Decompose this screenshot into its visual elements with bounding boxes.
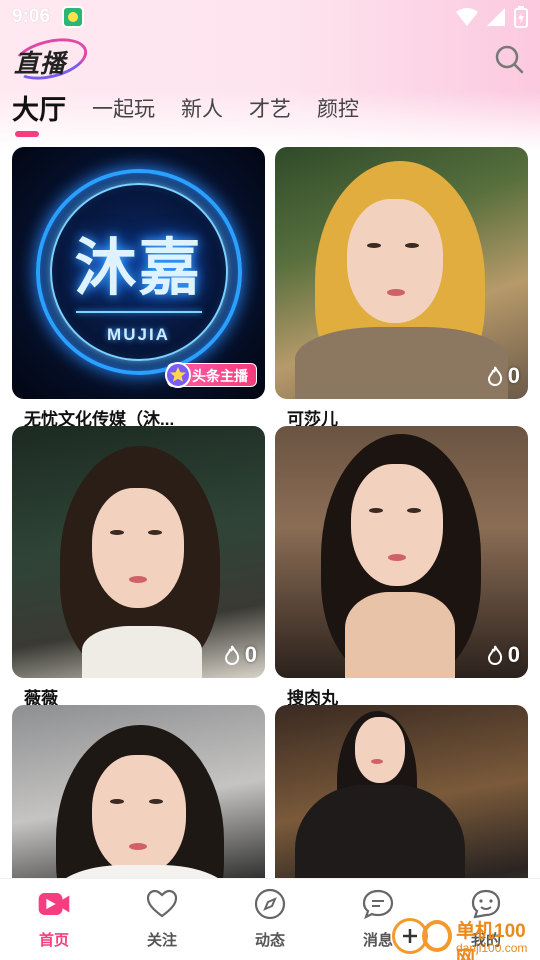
host-portrait: [12, 426, 265, 678]
search-icon: [495, 45, 524, 74]
nav-home[interactable]: 首页: [14, 887, 94, 950]
watermark-url: danji100.com: [456, 941, 528, 955]
live-room-card[interactable]: 0 可莎儿: [275, 147, 528, 429]
compass-icon: [254, 888, 286, 920]
wifi-icon: [456, 8, 478, 26]
live-room-card[interactable]: 0 薇薇: [12, 426, 265, 708]
room-cover-image: 0: [12, 426, 265, 678]
search-button[interactable]: [494, 44, 524, 74]
battery-icon: [514, 6, 528, 28]
heat-count: 0: [507, 363, 520, 388]
heat-count: 0: [244, 642, 257, 667]
nav-label: 关注: [146, 932, 177, 949]
live-room-card[interactable]: 0 搜肉丸: [275, 426, 528, 708]
flame-icon: [224, 645, 239, 665]
nav-follow[interactable]: 关注: [122, 887, 202, 950]
room-cover-image: 沐嘉 MUJIA 头条主播: [12, 147, 265, 399]
badge-label: 头条主播: [192, 368, 248, 384]
tab-talent[interactable]: 才艺: [249, 92, 291, 128]
nav-label: 动态: [254, 932, 285, 949]
cover-divider: [76, 311, 202, 313]
status-bar: 9:06: [0, 0, 540, 36]
flame-icon: [487, 366, 502, 386]
host-portrait: [275, 426, 528, 678]
status-time: 9:06: [12, 6, 51, 27]
room-cover-image: 0: [275, 147, 528, 399]
heart-icon: [146, 889, 178, 918]
cover-title: 沐嘉: [74, 234, 203, 303]
headline-host-badge: 头条主播: [165, 362, 257, 388]
star-icon: [165, 362, 191, 388]
app-logo: 直播: [8, 31, 92, 87]
live-video-icon: [38, 892, 70, 916]
signal-icon: [487, 8, 505, 26]
heat-indicator: 0: [223, 642, 257, 668]
category-tabs: 大厅 一起玩 新人 才艺 颜控: [12, 92, 385, 128]
active-tab-indicator: [15, 131, 39, 137]
tab-newcomers[interactable]: 新人: [181, 92, 223, 128]
host-portrait: [275, 147, 528, 399]
nav-label: 首页: [38, 932, 69, 949]
heat-indicator: 0: [486, 642, 520, 668]
watermark-ring-icon: [422, 920, 452, 952]
live-room-card[interactable]: 沐嘉 MUJIA 头条主播 无忧文化传媒（沐...: [12, 147, 265, 429]
logo-text: 直播: [14, 50, 67, 78]
heat-count: 0: [507, 642, 520, 667]
heat-indicator: 0: [486, 363, 520, 389]
room-cover-image: 0: [275, 426, 528, 678]
tab-hall[interactable]: 大厅: [12, 92, 66, 128]
cover-subtitle: MUJIA: [107, 325, 170, 344]
nav-feed[interactable]: 动态: [230, 887, 310, 950]
tab-looks[interactable]: 颜控: [317, 92, 359, 128]
tab-play-together[interactable]: 一起玩: [92, 92, 155, 128]
flame-icon: [487, 645, 502, 665]
chat-bubble-icon: [362, 889, 394, 920]
site-watermark: 单机100网 danji100.com: [392, 912, 540, 960]
app-notification-icon: [62, 6, 84, 28]
status-indicators: [456, 6, 528, 28]
